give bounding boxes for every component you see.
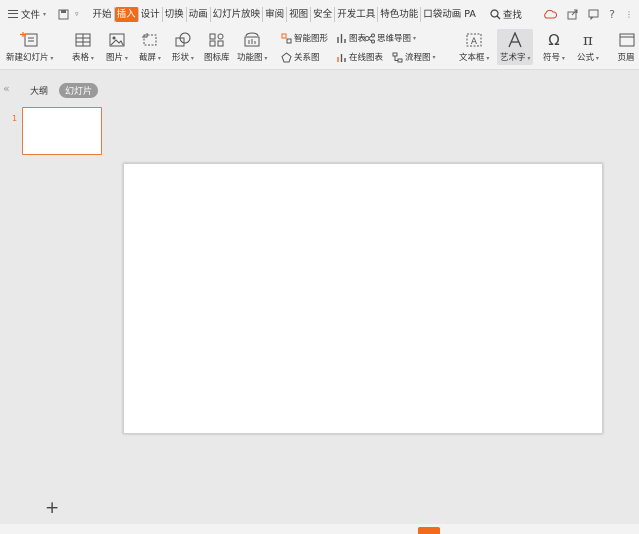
search-label: 查找	[502, 10, 522, 21]
text-box-icon: A	[465, 30, 483, 50]
search-icon	[490, 8, 501, 19]
tab-home[interactable]: 开始	[91, 6, 115, 22]
online-chart-label: 在线图表	[349, 53, 384, 63]
tab-pocket-animation[interactable]: 口袋动画 PA	[421, 7, 478, 22]
comment-icon[interactable]	[588, 9, 599, 20]
help-button[interactable]: ?	[609, 8, 615, 21]
relation-chart-button[interactable]: 关系图	[281, 51, 320, 63]
formula-button[interactable]: π 公式	[577, 30, 599, 63]
picture-icon	[108, 30, 126, 50]
cloud-sync-icon[interactable]	[543, 9, 558, 20]
text-box-button[interactable]: A 文本框	[459, 30, 489, 63]
file-menu-label: 文件	[21, 10, 41, 21]
word-art-label: 艺术字	[500, 51, 530, 63]
save-icon[interactable]	[58, 9, 69, 20]
tab-insert[interactable]: 插入	[114, 6, 139, 22]
menu-icon	[8, 10, 18, 18]
smart-shape-button[interactable]: 智能图形	[281, 32, 328, 44]
table-label: 表格	[72, 51, 94, 63]
shape-button[interactable]: 形状	[172, 30, 194, 63]
chart-icon	[337, 33, 346, 43]
chart-button[interactable]: 图表	[336, 32, 366, 44]
new-slide-button[interactable]: 新建幻灯片	[6, 30, 53, 63]
screenshot-label: 截屏	[139, 51, 161, 63]
tab-slideshow[interactable]: 幻灯片放映	[211, 6, 264, 22]
tab-developer[interactable]: 开发工具	[335, 6, 379, 22]
status-bar	[0, 524, 639, 534]
picture-button[interactable]: 图片	[106, 30, 128, 63]
more-icon[interactable]: ⋮	[625, 10, 633, 19]
share-icon[interactable]	[567, 9, 578, 20]
online-chart-icon	[337, 53, 346, 62]
omega-icon: Ω	[548, 31, 560, 49]
tab-outline[interactable]: 大纲	[30, 84, 48, 97]
svg-text:A: A	[471, 37, 478, 47]
menu-bar: 文件 ▾ ▿ 开始 插入 设计 切换 动画 幻灯片放映 审阅 视图 安全 开发工…	[0, 0, 639, 28]
header-footer-icon	[617, 30, 635, 50]
function-chart-label: 功能图	[237, 51, 267, 63]
slide-canvas[interactable]	[123, 163, 603, 434]
search-button[interactable]: 查找	[490, 7, 522, 21]
chevron-down-icon: ▾	[43, 10, 47, 18]
ribbon-tabs: 开始 插入 设计 切换 动画 幻灯片放映 审阅 视图 安全 开发工具 特色功能 …	[91, 6, 478, 22]
add-slide-button[interactable]: +	[45, 498, 59, 518]
collapse-panel-icon[interactable]: «	[3, 82, 10, 95]
icon-library-icon	[208, 30, 226, 50]
tab-review[interactable]: 审阅	[263, 6, 288, 22]
smart-shape-icon	[281, 33, 292, 43]
icon-library-label: 图标库	[204, 53, 230, 63]
tab-animation[interactable]: 动画	[187, 6, 211, 22]
function-chart-button[interactable]: 功能图	[237, 30, 267, 63]
mind-map-label: 思维导图	[377, 34, 412, 44]
word-art-icon	[506, 30, 524, 50]
pi-icon: π	[583, 31, 593, 49]
ribbon-insert: 新建幻灯片 表格 图片 截屏 形状 图标库 功能图	[0, 28, 639, 70]
icon-library-button[interactable]: 图标库	[204, 30, 230, 63]
table-icon	[74, 30, 92, 50]
mind-map-button[interactable]: 思维导图	[364, 32, 416, 44]
picture-label: 图片	[106, 51, 128, 63]
smart-shape-label: 智能图形	[294, 34, 329, 44]
symbol-label: 符号	[543, 51, 565, 63]
tab-transition[interactable]: 切换	[163, 6, 187, 22]
slide-panel: « 大纲 幻灯片 1 +	[0, 76, 108, 522]
tab-features[interactable]: 特色功能	[378, 6, 422, 22]
relation-chart-label: 关系图	[294, 53, 320, 63]
online-chart-button[interactable]: 在线图表	[336, 51, 383, 63]
word-art-button[interactable]: 艺术字	[497, 29, 534, 65]
tab-security[interactable]: 安全	[311, 6, 336, 22]
task-pane-edge	[633, 76, 639, 522]
screenshot-icon	[141, 30, 159, 50]
mind-map-icon	[364, 33, 375, 43]
header-footer-button[interactable]: 页眉	[617, 30, 635, 63]
flow-chart-icon	[392, 52, 403, 62]
flow-chart-button[interactable]: 流程图	[392, 51, 436, 63]
table-button[interactable]: 表格	[72, 30, 94, 63]
file-menu[interactable]: 文件 ▾	[0, 7, 46, 21]
shape-icon	[174, 30, 192, 50]
quick-access-dropdown-icon[interactable]: ▿	[75, 10, 79, 18]
function-chart-icon	[242, 30, 262, 50]
new-slide-label: 新建幻灯片	[6, 51, 53, 63]
shape-label: 形状	[172, 51, 194, 63]
text-box-label: 文本框	[459, 51, 489, 63]
relation-chart-icon	[281, 51, 292, 62]
slide-number: 1	[12, 114, 18, 123]
play-slideshow-button[interactable]	[418, 527, 440, 534]
header-footer-label: 页眉	[617, 53, 635, 63]
tab-slides[interactable]: 幻灯片	[59, 83, 99, 98]
new-slide-icon	[19, 30, 40, 50]
menubar-right: ? ⋮	[543, 0, 633, 28]
slide-thumbnail[interactable]	[22, 107, 102, 155]
formula-label: 公式	[577, 51, 599, 63]
tab-view[interactable]: 视图	[287, 6, 312, 22]
symbol-button[interactable]: Ω 符号	[543, 30, 565, 63]
quick-access: ▿	[58, 9, 79, 20]
flow-chart-label: 流程图	[405, 53, 431, 63]
tab-design[interactable]: 设计	[139, 6, 163, 22]
screenshot-button[interactable]: 截屏	[139, 30, 161, 63]
